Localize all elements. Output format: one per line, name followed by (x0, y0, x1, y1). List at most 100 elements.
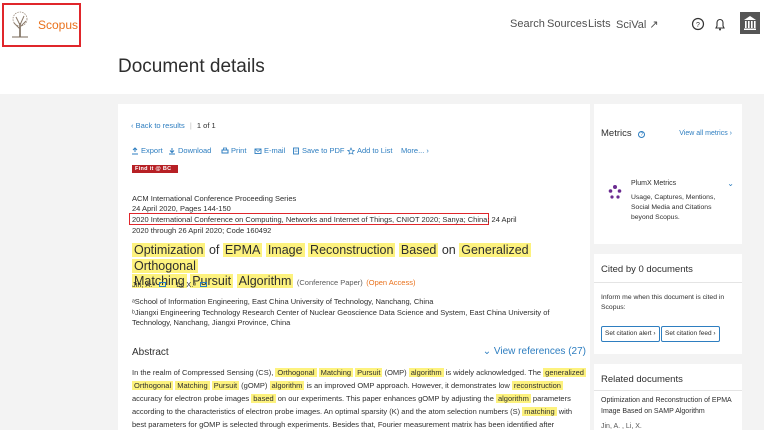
title-word: Reconstruction (308, 243, 396, 257)
nav-scival[interactable]: SciVal ↗ (616, 18, 659, 31)
related-documents-panel: Related documents Optimization and Recon… (594, 364, 742, 430)
divider (594, 282, 742, 283)
pdf-icon (293, 147, 299, 154)
institution-button[interactable] (740, 12, 760, 34)
back-to-results-link[interactable]: ‹ Back to results (131, 121, 185, 130)
result-pager: 1 of 1 (196, 121, 216, 130)
export-icon (132, 146, 138, 154)
save-to-pdf-label: Save to PDF (302, 146, 345, 155)
abstract-highlight: Pursuit (355, 368, 383, 377)
title-word: Algorithm (236, 274, 294, 288)
scopus-logo[interactable]: Scopus (2, 3, 81, 47)
related-doc-link-1[interactable]: Optimization and Reconstruction of EPMA (601, 396, 732, 406)
logo-text: Scopus (38, 18, 79, 32)
author-link[interactable]: Jin, A.ᵃ (132, 280, 155, 289)
author-list: Jin, A.ᵃ Li, X.ᵇ (132, 280, 208, 289)
mail-icon[interactable] (159, 282, 167, 287)
related-doc-authors: Jin, A. , Li, X. (601, 423, 642, 430)
elsevier-tree-icon (8, 9, 32, 39)
page-title: Document details (118, 56, 265, 77)
set-citation-feed-button[interactable]: Set citation feed › (661, 326, 720, 342)
chevron-down-icon[interactable]: ⌄ (727, 179, 734, 188)
nav-divider: | (189, 121, 192, 130)
view-all-metrics-link[interactable]: View all metrics › (679, 130, 732, 137)
abstract-highlight: matching (522, 407, 557, 416)
download-icon (169, 147, 175, 154)
affiliation-b: ᵇJiangxi Engineering Technology Research… (132, 308, 550, 327)
star-icon (347, 146, 355, 155)
divider (594, 390, 742, 391)
abstract-segment: is an improved OMP approach. However, it… (306, 381, 510, 390)
abstract-segment: on our experiments. This paper enhances … (277, 394, 494, 403)
title-word: Based (398, 243, 439, 257)
add-to-list-button[interactable]: Add to List (347, 146, 392, 155)
add-to-list-label: Add to List (357, 146, 393, 155)
download-label: Download (178, 146, 212, 155)
institution-icon (744, 16, 756, 30)
view-references-link[interactable]: ⌄ View references (27) (483, 346, 586, 357)
author-link[interactable]: Li, X.ᵇ (176, 280, 196, 289)
source-proceedings[interactable]: ACM International Conference Proceeding … (132, 194, 296, 203)
abstract-highlight: algorithm (269, 381, 305, 390)
abstract-highlight: Orthogonal (132, 381, 174, 390)
set-citation-alert-button[interactable]: Set citation alert › (601, 326, 660, 342)
metrics-panel: Metrics ? View all metrics › PlumX Metri… (594, 104, 742, 244)
plumx-desc-1: Usage, Captures, Mentions, (631, 194, 716, 201)
abstract-segment: (OMP) (384, 368, 407, 377)
plumx-desc-3: beyond Scopus. (631, 214, 680, 221)
abstract-highlight: Pursuit (211, 381, 240, 390)
related-title: Related documents (601, 374, 683, 385)
abstract-segment: (gOMP) (241, 381, 268, 390)
document-type: (Conference Paper) (296, 278, 363, 287)
inform-text-2: Scopus: (601, 304, 626, 311)
title-word: of (208, 243, 220, 257)
title-word: Orthogonal (132, 258, 198, 273)
plumx-desc-2: Social Media and Citations (631, 204, 712, 211)
help-icon[interactable]: ? (688, 14, 708, 34)
title-word: Optimization (132, 243, 206, 257)
info-icon[interactable]: ? (638, 131, 646, 138)
title-word: on (441, 243, 456, 257)
title-word: Image (265, 243, 305, 257)
plumx-title[interactable]: PlumX Metrics (631, 179, 676, 189)
inform-text-1: Inform me when this document is cited in (601, 294, 725, 301)
open-access-badge[interactable]: (Open Access) (366, 278, 415, 287)
nav-sources[interactable]: Sources (547, 18, 587, 30)
email-button[interactable]: E-mail (254, 146, 285, 155)
save-to-pdf-button[interactable]: Save to PDF (292, 146, 345, 155)
more-button[interactable]: More... › (401, 146, 429, 155)
abstract-highlight: reconstruction (511, 381, 563, 390)
download-button[interactable]: Download (168, 146, 211, 155)
source-conference: 2020 International Conference on Computi… (132, 215, 517, 224)
abstract-highlight: Orthogonal (275, 368, 317, 377)
document-panel: ‹ Back to results | 1 of 1 Export Downlo… (118, 104, 590, 430)
related-doc-link-2[interactable]: Image Based on SAMP Algorithm (601, 407, 705, 417)
email-icon (254, 148, 262, 154)
find-it-button[interactable]: Find it @ BC (132, 165, 178, 173)
nav-lists[interactable]: Lists (588, 18, 611, 30)
mail-icon[interactable] (200, 282, 208, 287)
source-date-pages: 24 April 2020, Pages 144-150 (132, 204, 231, 213)
abstract-highlight: based (251, 394, 276, 403)
email-label: E-mail (264, 146, 286, 155)
cited-by-title: Cited by 0 documents (601, 264, 693, 275)
abstract-segment: In the realm of Compressed Sensing (CS), (132, 368, 274, 377)
title-band: Document details (0, 50, 764, 94)
abstract-highlight: generalized (543, 368, 586, 377)
abstract-highlight: Matching (175, 381, 210, 390)
affiliation-a: ᵃSchool of Information Engineering, East… (132, 297, 434, 306)
source-conference-cont: 2020 through 26 April 2020; Code 160492 (132, 226, 272, 235)
plumx-icon (608, 185, 622, 199)
metrics-title: Metrics ? (601, 128, 646, 139)
bell-icon[interactable] (710, 14, 730, 34)
abstract-segment: is widely acknowledged. The (445, 368, 542, 377)
abstract-text: In the realm of Compressed Sensing (CS),… (132, 366, 587, 430)
export-button[interactable]: Export (131, 146, 163, 155)
top-bar: Scopus Search Sources Lists SciVal ↗ ? (0, 0, 764, 50)
abstract-segment: accuracy for electron probe images (132, 394, 250, 403)
abstract-highlight: algorithm (495, 394, 531, 403)
nav-search[interactable]: Search (510, 18, 545, 30)
print-button[interactable]: Print (221, 146, 246, 155)
metrics-title-text: Metrics (601, 128, 632, 139)
title-word: Generalized (459, 243, 531, 257)
